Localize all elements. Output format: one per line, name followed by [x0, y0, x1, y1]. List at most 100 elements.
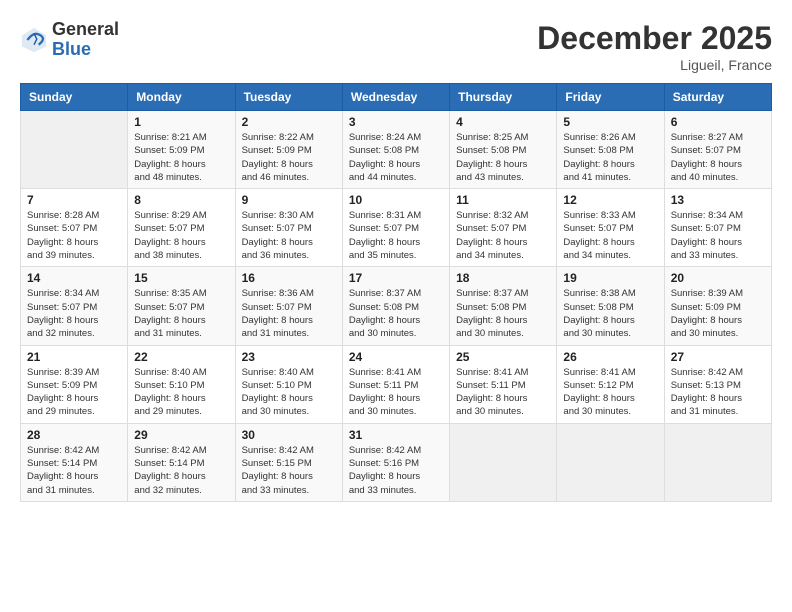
calendar-cell: 10 Sunrise: 8:31 AM Sunset: 5:07 PM Dayli…	[342, 189, 449, 267]
day-info: Sunrise: 8:24 AM Sunset: 5:08 PM Dayligh…	[349, 131, 443, 184]
day-number: 8	[134, 193, 228, 207]
calendar-cell: 12 Sunrise: 8:33 AM Sunset: 5:07 PM Dayli…	[557, 189, 664, 267]
day-info: Sunrise: 8:25 AM Sunset: 5:08 PM Dayligh…	[456, 131, 550, 184]
calendar-cell: 27 Sunrise: 8:42 AM Sunset: 5:13 PM Dayli…	[664, 345, 771, 423]
calendar-week-row: 14Sunrise: 8:34 AM Sunset: 5:07 PM Dayli…	[21, 267, 772, 345]
calendar-cell: 21Sunrise: 8:39 AM Sunset: 5:09 PM Dayli…	[21, 345, 128, 423]
day-number: 3	[349, 115, 443, 129]
day-info: Sunrise: 8:28 AM Sunset: 5:07 PM Dayligh…	[27, 209, 121, 262]
day-number: 28	[27, 428, 121, 442]
calendar-week-row: 28 Sunrise: 8:42 AM Sunset: 5:14 PM Dayli…	[21, 423, 772, 501]
day-number: 24	[349, 350, 443, 364]
day-info: Sunrise: 8:21 AM Sunset: 5:09 PM Dayligh…	[134, 131, 228, 184]
day-info: Sunrise: 8:37 AM Sunset: 5:08 PM Dayligh…	[349, 287, 443, 340]
calendar-cell: 5Sunrise: 8:26 AM Sunset: 5:08 PM Daylig…	[557, 111, 664, 189]
day-number: 25	[456, 350, 550, 364]
weekday-header: Friday	[557, 84, 664, 111]
day-info: Sunrise: 8:36 AM Sunset: 5:07 PM Dayligh…	[242, 287, 336, 340]
logo-icon	[20, 26, 48, 54]
day-number: 19	[563, 271, 657, 285]
calendar-cell: 15 Sunrise: 8:35 AM Sunset: 5:07 PM Dayli…	[128, 267, 235, 345]
month-year-title: December 2025	[537, 20, 772, 57]
day-number: 10	[349, 193, 443, 207]
weekday-header: Wednesday	[342, 84, 449, 111]
day-info: Sunrise: 8:42 AM Sunset: 5:13 PM Dayligh…	[671, 366, 765, 419]
day-info: Sunrise: 8:34 AM Sunset: 5:07 PM Dayligh…	[671, 209, 765, 262]
calendar-week-row: 7 Sunrise: 8:28 AM Sunset: 5:07 PM Daylig…	[21, 189, 772, 267]
weekday-header: Sunday	[21, 84, 128, 111]
day-number: 4	[456, 115, 550, 129]
calendar-cell	[21, 111, 128, 189]
calendar-cell: 20Sunrise: 8:39 AM Sunset: 5:09 PM Dayli…	[664, 267, 771, 345]
weekday-header: Saturday	[664, 84, 771, 111]
calendar-cell: 4 Sunrise: 8:25 AM Sunset: 5:08 PM Daylig…	[450, 111, 557, 189]
calendar-cell: 9Sunrise: 8:30 AM Sunset: 5:07 PM Daylig…	[235, 189, 342, 267]
page-header: General Blue December 2025 Ligueil, Fran…	[20, 20, 772, 73]
calendar-cell: 28 Sunrise: 8:42 AM Sunset: 5:14 PM Dayli…	[21, 423, 128, 501]
day-info: Sunrise: 8:38 AM Sunset: 5:08 PM Dayligh…	[563, 287, 657, 340]
weekday-header: Thursday	[450, 84, 557, 111]
calendar-cell: 16Sunrise: 8:36 AM Sunset: 5:07 PM Dayli…	[235, 267, 342, 345]
logo-blue-text: Blue	[52, 39, 91, 59]
weekday-header: Monday	[128, 84, 235, 111]
day-number: 21	[27, 350, 121, 364]
day-number: 9	[242, 193, 336, 207]
calendar-cell: 22 Sunrise: 8:40 AM Sunset: 5:10 PM Dayli…	[128, 345, 235, 423]
calendar-cell: 11Sunrise: 8:32 AM Sunset: 5:07 PM Dayli…	[450, 189, 557, 267]
calendar-cell: 2Sunrise: 8:22 AM Sunset: 5:09 PM Daylig…	[235, 111, 342, 189]
day-info: Sunrise: 8:27 AM Sunset: 5:07 PM Dayligh…	[671, 131, 765, 184]
day-number: 13	[671, 193, 765, 207]
calendar-cell: 19 Sunrise: 8:38 AM Sunset: 5:08 PM Dayli…	[557, 267, 664, 345]
day-info: Sunrise: 8:42 AM Sunset: 5:16 PM Dayligh…	[349, 444, 443, 497]
calendar-cell: 31 Sunrise: 8:42 AM Sunset: 5:16 PM Dayli…	[342, 423, 449, 501]
title-section: December 2025 Ligueil, France	[537, 20, 772, 73]
day-number: 7	[27, 193, 121, 207]
logo: General Blue	[20, 20, 119, 60]
day-number: 6	[671, 115, 765, 129]
day-number: 23	[242, 350, 336, 364]
day-number: 17	[349, 271, 443, 285]
calendar-cell	[557, 423, 664, 501]
calendar-cell: 18Sunrise: 8:37 AM Sunset: 5:08 PM Dayli…	[450, 267, 557, 345]
calendar-header-row: SundayMondayTuesdayWednesdayThursdayFrid…	[21, 84, 772, 111]
day-info: Sunrise: 8:42 AM Sunset: 5:15 PM Dayligh…	[242, 444, 336, 497]
day-info: Sunrise: 8:26 AM Sunset: 5:08 PM Dayligh…	[563, 131, 657, 184]
day-info: Sunrise: 8:41 AM Sunset: 5:12 PM Dayligh…	[563, 366, 657, 419]
calendar-cell: 25Sunrise: 8:41 AM Sunset: 5:11 PM Dayli…	[450, 345, 557, 423]
day-number: 31	[349, 428, 443, 442]
day-info: Sunrise: 8:39 AM Sunset: 5:09 PM Dayligh…	[671, 287, 765, 340]
location-label: Ligueil, France	[537, 57, 772, 73]
calendar-cell: 17 Sunrise: 8:37 AM Sunset: 5:08 PM Dayli…	[342, 267, 449, 345]
calendar-cell	[450, 423, 557, 501]
calendar-cell: 24Sunrise: 8:41 AM Sunset: 5:11 PM Dayli…	[342, 345, 449, 423]
day-number: 12	[563, 193, 657, 207]
day-info: Sunrise: 8:31 AM Sunset: 5:07 PM Dayligh…	[349, 209, 443, 262]
calendar-cell: 6 Sunrise: 8:27 AM Sunset: 5:07 PM Daylig…	[664, 111, 771, 189]
day-info: Sunrise: 8:34 AM Sunset: 5:07 PM Dayligh…	[27, 287, 121, 340]
day-number: 27	[671, 350, 765, 364]
calendar-cell: 13 Sunrise: 8:34 AM Sunset: 5:07 PM Dayli…	[664, 189, 771, 267]
calendar-cell: 3 Sunrise: 8:24 AM Sunset: 5:08 PM Daylig…	[342, 111, 449, 189]
calendar-cell: 30Sunrise: 8:42 AM Sunset: 5:15 PM Dayli…	[235, 423, 342, 501]
day-info: Sunrise: 8:42 AM Sunset: 5:14 PM Dayligh…	[27, 444, 121, 497]
calendar-cell	[664, 423, 771, 501]
day-info: Sunrise: 8:32 AM Sunset: 5:07 PM Dayligh…	[456, 209, 550, 262]
logo-general-text: General	[52, 19, 119, 39]
day-info: Sunrise: 8:33 AM Sunset: 5:07 PM Dayligh…	[563, 209, 657, 262]
calendar-cell: 8 Sunrise: 8:29 AM Sunset: 5:07 PM Daylig…	[128, 189, 235, 267]
calendar-cell: 14Sunrise: 8:34 AM Sunset: 5:07 PM Dayli…	[21, 267, 128, 345]
calendar-cell: 29Sunrise: 8:42 AM Sunset: 5:14 PM Dayli…	[128, 423, 235, 501]
day-info: Sunrise: 8:35 AM Sunset: 5:07 PM Dayligh…	[134, 287, 228, 340]
calendar-cell: 23 Sunrise: 8:40 AM Sunset: 5:10 PM Dayli…	[235, 345, 342, 423]
calendar-week-row: 21Sunrise: 8:39 AM Sunset: 5:09 PM Dayli…	[21, 345, 772, 423]
calendar-table: SundayMondayTuesdayWednesdayThursdayFrid…	[20, 83, 772, 502]
day-info: Sunrise: 8:40 AM Sunset: 5:10 PM Dayligh…	[134, 366, 228, 419]
day-number: 15	[134, 271, 228, 285]
day-info: Sunrise: 8:40 AM Sunset: 5:10 PM Dayligh…	[242, 366, 336, 419]
calendar-cell: 26 Sunrise: 8:41 AM Sunset: 5:12 PM Dayli…	[557, 345, 664, 423]
day-number: 22	[134, 350, 228, 364]
day-number: 26	[563, 350, 657, 364]
day-number: 29	[134, 428, 228, 442]
day-number: 2	[242, 115, 336, 129]
day-info: Sunrise: 8:29 AM Sunset: 5:07 PM Dayligh…	[134, 209, 228, 262]
